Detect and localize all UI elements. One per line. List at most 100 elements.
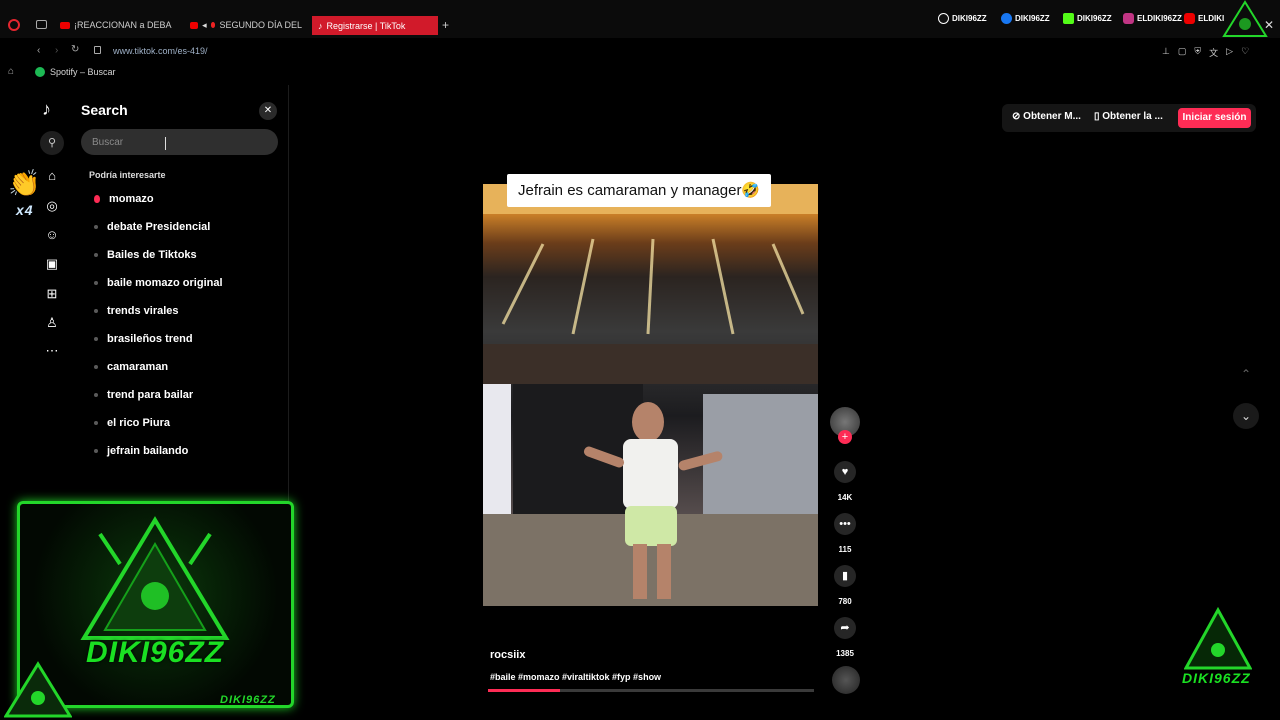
close-window-icon[interactable]: ✕ [1264,18,1274,32]
trending-icon [94,195,100,203]
search-icon[interactable]: ⚲ [40,131,64,155]
brand-text-right: DIKI96ZZ [1182,670,1251,686]
clapping-hands-emote: 👏 [8,168,41,198]
bullet-icon [94,281,98,285]
like-button[interactable]: ♥ [834,461,856,483]
bullet-icon [94,393,98,397]
suggestion-item[interactable]: brasileños trend [94,333,193,345]
brand-emblem-icon [80,516,230,640]
video-hashtags[interactable]: #baile #momazo #viraltiktok #fyp #show [490,672,661,682]
translate-icon[interactable]: 文 [1209,46,1218,59]
previous-video-button[interactable]: ⌃ [1233,361,1259,387]
bullet-icon [94,225,98,229]
bullet-icon [94,421,98,425]
suggestion-item[interactable]: debate Presidencial [94,221,210,233]
bullet-icon [94,253,98,257]
pin-icon[interactable]: ⊥ [1162,46,1170,59]
tab-tiktok-active[interactable]: ♪ Registrarse | TikTok [312,16,438,35]
lock-icon [94,46,101,54]
spotify-icon [35,67,45,77]
next-video-button[interactable]: ⌄ [1233,403,1259,429]
search-title: Search [81,102,128,118]
social-tiktok: DIKI96ZZ [938,13,987,24]
get-app-button[interactable]: ▯ Obtener la ... [1094,111,1163,122]
bookmark-spotify[interactable]: Spotify – Buscar [35,67,116,77]
suggestion-item[interactable]: jefrain bailando [94,445,188,457]
bullet-icon [94,449,98,453]
social-facebook: DIKI96ZZ [1001,13,1050,24]
like-count: 14K [837,493,853,502]
tab-youtube-1[interactable]: ¡REACCIONAN a DEBA [60,16,175,34]
reload-icon[interactable]: ↻ [71,44,79,55]
suggestion-item[interactable]: trends virales [94,305,179,317]
suggestion-item[interactable]: el rico Piura [94,417,170,429]
video-progress-bar[interactable] [488,689,814,692]
shield-icon[interactable]: ⛨ [1194,46,1201,59]
suggestion-item[interactable]: trend para bailar [94,389,193,401]
brand-logo-top [1222,0,1268,38]
suggestion-item[interactable]: Bailes de Tiktoks [94,249,197,261]
back-icon[interactable]: ‹ [37,45,40,56]
instagram-icon [1123,13,1134,24]
compass-icon: ⊘ [1012,111,1024,122]
social-kick: DIKI96ZZ [1063,13,1112,24]
heart-icon[interactable]: ♡ [1241,46,1249,59]
url-text[interactable]: www.tiktok.com/es-419/ [113,46,208,56]
comment-icon: ••• [839,518,851,530]
suggestion-item[interactable]: baile momazo original [94,277,223,289]
youtube-icon [60,21,70,29]
video-player[interactable] [483,184,818,606]
opera-logo-icon[interactable] [8,19,20,31]
youtube-icon [190,21,199,29]
tab-island-icon[interactable] [36,20,47,29]
sidebar-toggle-icon[interactable]: ⌂ [8,66,14,77]
upload-icon[interactable]: ⊞ [43,285,61,303]
tiktok-icon [938,13,949,24]
facebook-icon [1001,13,1012,24]
brand-corner-emblem-icon [4,661,72,718]
following-icon[interactable]: ☺ [43,226,61,244]
follow-plus-icon[interactable]: + [838,430,852,444]
play-icon[interactable]: ▷ [1226,46,1233,59]
tab-youtube-2[interactable]: ◂ SEGUNDO DÍA DEL [190,16,302,34]
address-bar[interactable] [28,41,1280,61]
save-button[interactable]: ▮ [834,565,856,587]
save-count: 780 [838,597,852,606]
bullet-icon [94,337,98,341]
social-youtube: ELDIKI [1184,13,1224,24]
snapshot-icon[interactable]: ▢ [1178,46,1187,59]
text-cursor [165,137,166,150]
suggestion-item[interactable]: camaraman [94,361,168,373]
search-input[interactable] [81,129,278,155]
share-button[interactable]: ➦ [834,617,856,639]
toolbar-icons: ⊥ ▢ ⛨ 文 ▷ ♡ [1162,46,1249,59]
profile-icon[interactable]: ♙ [43,314,61,332]
live-icon[interactable]: ▣ [43,255,61,273]
video-author[interactable]: rocsiix [490,649,525,661]
suggestion-item[interactable]: momazo [94,193,154,205]
music-disc-icon[interactable] [832,666,860,694]
heart-icon: ♥ [841,466,849,478]
bullet-icon [94,365,98,369]
login-button[interactable]: Iniciar sesión [1178,108,1251,128]
social-instagram: ELDIKI96ZZ [1123,13,1182,24]
record-dot-icon [210,22,216,28]
tiktok-icon: ♪ [318,20,323,31]
share-count: 1385 [836,649,854,658]
new-tab-button[interactable]: + [442,18,449,32]
overlay-brand-text: DIKI96ZZ [86,636,225,669]
more-icon[interactable]: ⋯ [43,342,61,360]
get-coins-button[interactable]: ⊘ Obtener M... [1012,111,1081,122]
explore-icon[interactable]: ◎ [43,197,61,215]
bullet-icon [94,309,98,313]
video-caption: Jefrain es camaraman y manager🤣 [507,174,772,207]
kick-icon [1063,13,1074,24]
forward-icon[interactable]: › [55,45,58,56]
close-search-button[interactable]: ✕ [259,102,277,120]
comment-button[interactable]: ••• [834,513,856,535]
brand-emblem-right-icon [1184,606,1252,670]
share-icon: ➦ [840,622,850,634]
home-icon[interactable]: ⌂ [43,167,61,185]
video-frame-scene [483,184,818,606]
tiktok-logo-icon[interactable]: ♪ [42,99,51,120]
